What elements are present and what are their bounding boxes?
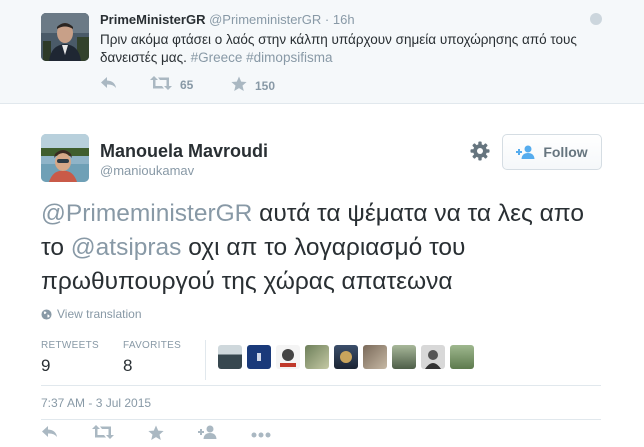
retweets-count: 9 <box>41 356 51 375</box>
retweet-button[interactable]: 65 <box>150 76 193 93</box>
favoriter-avatar[interactable] <box>421 345 445 369</box>
parent-text-body: Πριν ακόμα φτάσει ο λαός στην κάλπη υπάρ… <box>100 32 577 65</box>
author-handle[interactable]: @manioukamav <box>100 163 194 178</box>
parent-author-name[interactable]: PrimeMinisterGR <box>100 12 205 27</box>
favoriter-avatar[interactable] <box>276 345 300 369</box>
favorites-stat[interactable]: FAVORITES 8 <box>123 340 181 376</box>
divider <box>41 419 601 420</box>
favoriter-avatar[interactable] <box>363 345 387 369</box>
parent-tweet-text: Πριν ακόμα φτάσει ο λαός στην κάλπη υπάρ… <box>100 31 590 67</box>
parent-tweet[interactable]: PrimeMinisterGR @PrimeministerGR · 16h Π… <box>0 0 644 104</box>
more-button[interactable] <box>251 425 271 443</box>
follow-icon <box>516 145 536 159</box>
follow-button[interactable]: Follow <box>502 134 602 170</box>
retweets-stat[interactable]: RETWEETS 9 <box>41 340 99 376</box>
reply-icon <box>41 425 59 444</box>
view-translation-link[interactable]: View translation <box>41 307 142 321</box>
follow-icon <box>198 425 218 444</box>
divider <box>41 385 601 386</box>
mention-link[interactable]: @PrimeministerGR <box>41 200 252 227</box>
stats-divider <box>205 340 206 380</box>
favorites-label: FAVORITES <box>123 340 182 351</box>
parent-hashtags[interactable]: #Greece #dimopsifisma <box>191 50 333 65</box>
favoriters-avatars <box>218 345 479 369</box>
star-icon <box>231 76 247 95</box>
parent-avatar[interactable] <box>41 13 89 61</box>
globe-icon <box>41 308 52 320</box>
favorites-count: 8 <box>123 356 133 375</box>
retweet-icon <box>92 425 114 444</box>
author-name[interactable]: Manouela Mavroudi <box>100 141 268 162</box>
main-avatar[interactable] <box>41 134 89 182</box>
retweet-button[interactable] <box>92 425 114 444</box>
favoriter-avatar[interactable] <box>305 345 329 369</box>
reply-button[interactable] <box>100 76 118 93</box>
reply-button[interactable] <box>41 425 59 444</box>
follow-label: Follow <box>543 144 588 160</box>
favoriter-avatar[interactable] <box>334 345 358 369</box>
tweet-text: @PrimeministerGR αυτά τα ψέματα να τα λε… <box>41 197 601 299</box>
parent-timestamp[interactable]: 16h <box>333 12 355 27</box>
view-translation-label: View translation <box>57 307 142 321</box>
reply-icon <box>100 76 118 93</box>
star-icon <box>148 425 164 446</box>
parent-header: PrimeMinisterGR @PrimeministerGR · 16h <box>100 12 355 27</box>
follow-user-button[interactable] <box>198 425 218 444</box>
favorite-count: 150 <box>255 78 276 93</box>
separator-dot: · <box>324 12 330 27</box>
more-icon <box>251 425 271 443</box>
favoriter-avatar[interactable] <box>247 345 271 369</box>
favoriter-avatar[interactable] <box>218 345 242 369</box>
retweets-label: RETWEETS <box>41 340 99 351</box>
favorite-button[interactable] <box>148 425 164 446</box>
more-icon[interactable] <box>590 13 602 25</box>
tweet-timestamp[interactable]: 7:37 AM - 3 Jul 2015 <box>41 396 151 410</box>
mention-link[interactable]: @atsipras <box>71 234 182 261</box>
gear-icon[interactable] <box>470 141 490 161</box>
favoriter-avatar[interactable] <box>450 345 474 369</box>
retweet-icon <box>150 76 172 93</box>
retweet-count: 65 <box>180 77 194 92</box>
favorite-button[interactable]: 150 <box>231 76 275 95</box>
parent-author-handle[interactable]: @PrimeministerGR <box>209 12 321 27</box>
favoriter-avatar[interactable] <box>392 345 416 369</box>
